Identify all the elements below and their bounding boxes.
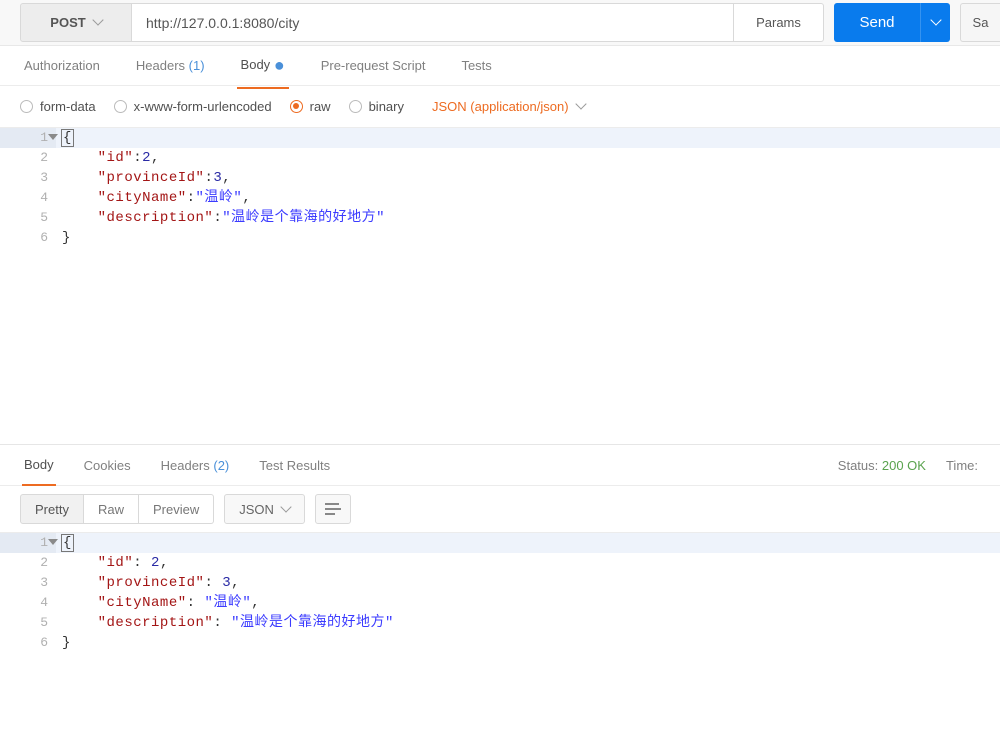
- params-button[interactable]: Params: [734, 3, 824, 42]
- gutter: 5: [0, 208, 56, 228]
- send-group: Send: [834, 3, 950, 42]
- content-type-label: JSON (application/json): [432, 99, 569, 114]
- code: "cityName": "温岭",: [56, 593, 1000, 613]
- editor-line: 2 "id": 2,: [0, 553, 1000, 573]
- response-body-viewer[interactable]: 1 { 2 "id": 2, 3 "provinceId": 3, 4 "cit…: [0, 533, 1000, 685]
- response-header: Body Cookies Headers (2) Test Results St…: [0, 444, 1000, 486]
- editor-line: 1 {: [0, 128, 1000, 148]
- editor-line: 6 }: [0, 228, 1000, 248]
- save-button[interactable]: Sa: [960, 3, 1000, 42]
- status-code: 200 OK: [882, 458, 926, 473]
- chevron-down-icon: [577, 99, 585, 114]
- fold-arrow-icon[interactable]: [48, 134, 58, 140]
- radio-icon: [114, 100, 127, 113]
- code: "id": 2,: [56, 553, 1000, 573]
- gutter: 6: [0, 228, 56, 248]
- request-toolbar: POST Params Send Sa: [0, 0, 1000, 46]
- chevron-down-icon: [932, 15, 940, 30]
- time-label: Time:: [946, 458, 978, 473]
- tab-tests[interactable]: Tests: [457, 47, 495, 84]
- response-viewer-toolbar: Pretty Raw Preview JSON: [0, 486, 1000, 533]
- gutter: 6: [0, 633, 56, 653]
- code: {: [56, 533, 1000, 553]
- body-type-row: form-data x-www-form-urlencoded raw bina…: [0, 86, 1000, 128]
- gutter: 5: [0, 613, 56, 633]
- tab-body-label: Body: [241, 57, 271, 72]
- chevron-down-icon: [94, 15, 102, 30]
- gutter: 3: [0, 168, 56, 188]
- gutter: 2: [0, 553, 56, 573]
- body-indicator-icon: ●: [274, 55, 285, 75]
- editor-line: 5 "description": "温岭是个靠海的好地方": [0, 613, 1000, 633]
- method-label: POST: [50, 15, 85, 30]
- editor-line: 3 "provinceId":3,: [0, 168, 1000, 188]
- response-headers-count: (2): [213, 458, 229, 473]
- send-dropdown[interactable]: [920, 3, 950, 42]
- send-button[interactable]: Send: [834, 3, 920, 42]
- radio-urlencoded[interactable]: x-www-form-urlencoded: [114, 99, 272, 114]
- radio-formdata[interactable]: form-data: [20, 99, 96, 114]
- tab-headers[interactable]: Headers (1): [132, 47, 209, 84]
- editor-line: 5 "description":"温岭是个靠海的好地方": [0, 208, 1000, 228]
- gutter: 3: [0, 573, 56, 593]
- fold-arrow-icon[interactable]: [48, 539, 58, 545]
- method-select[interactable]: POST: [20, 3, 132, 42]
- format-select[interactable]: JSON: [224, 494, 305, 524]
- chevron-down-icon: [282, 502, 290, 517]
- code: "provinceId":3,: [56, 168, 1000, 188]
- editor-line: 3 "provinceId": 3,: [0, 573, 1000, 593]
- radio-icon: [290, 100, 303, 113]
- code: "provinceId": 3,: [56, 573, 1000, 593]
- code: "cityName":"温岭",: [56, 188, 1000, 208]
- editor-line: 2 "id":2,: [0, 148, 1000, 168]
- editor-line: 4 "cityName":"温岭",: [0, 188, 1000, 208]
- request-body-editor[interactable]: 1 { 2 "id":2, 3 "provinceId":3, 4 "cityN…: [0, 128, 1000, 444]
- tab-body[interactable]: Body ●: [237, 44, 289, 89]
- response-meta: Status: 200 OK Time:: [838, 458, 978, 473]
- radio-binary-label: binary: [369, 99, 404, 114]
- code: "description":"温岭是个靠海的好地方": [56, 208, 1000, 228]
- code: "id":2,: [56, 148, 1000, 168]
- wrap-button[interactable]: [315, 494, 351, 524]
- status-label: Status:: [838, 458, 878, 473]
- gutter: 1: [0, 128, 56, 148]
- radio-urlencoded-label: x-www-form-urlencoded: [134, 99, 272, 114]
- response-tab-cookies[interactable]: Cookies: [82, 446, 133, 485]
- editor-line: 1 {: [0, 533, 1000, 553]
- tab-prerequest[interactable]: Pre-request Script: [317, 47, 430, 84]
- gutter: 1: [0, 533, 56, 553]
- radio-raw-label: raw: [310, 99, 331, 114]
- gutter: 4: [0, 188, 56, 208]
- response-tab-body[interactable]: Body: [22, 445, 56, 486]
- content-type-select[interactable]: JSON (application/json): [432, 99, 585, 114]
- format-label: JSON: [239, 502, 274, 517]
- time-block: Time:: [946, 458, 978, 473]
- response-tab-headers-label: Headers: [161, 458, 210, 473]
- tab-headers-label: Headers: [136, 58, 185, 73]
- response-tab-testresults[interactable]: Test Results: [257, 446, 332, 485]
- code: "description": "温岭是个靠海的好地方": [56, 613, 1000, 633]
- viewer-preview[interactable]: Preview: [139, 494, 214, 524]
- tab-authorization[interactable]: Authorization: [20, 47, 104, 84]
- radio-icon: [349, 100, 362, 113]
- status-block: Status: 200 OK: [838, 458, 926, 473]
- viewer-pretty[interactable]: Pretty: [20, 494, 84, 524]
- editor-line: 6 }: [0, 633, 1000, 653]
- request-tabs: Authorization Headers (1) Body ● Pre-req…: [0, 46, 1000, 86]
- radio-formdata-label: form-data: [40, 99, 96, 114]
- gutter: 4: [0, 593, 56, 613]
- url-input[interactable]: [132, 3, 734, 42]
- headers-count: (1): [189, 58, 205, 73]
- response-tab-headers[interactable]: Headers (2): [159, 446, 232, 485]
- viewer-raw[interactable]: Raw: [84, 494, 139, 524]
- radio-raw[interactable]: raw: [290, 99, 331, 114]
- code: }: [56, 228, 1000, 248]
- code: {: [56, 128, 1000, 148]
- gutter: 2: [0, 148, 56, 168]
- wrap-icon: [325, 503, 341, 515]
- radio-binary[interactable]: binary: [349, 99, 404, 114]
- editor-line: 4 "cityName": "温岭",: [0, 593, 1000, 613]
- code: }: [56, 633, 1000, 653]
- radio-icon: [20, 100, 33, 113]
